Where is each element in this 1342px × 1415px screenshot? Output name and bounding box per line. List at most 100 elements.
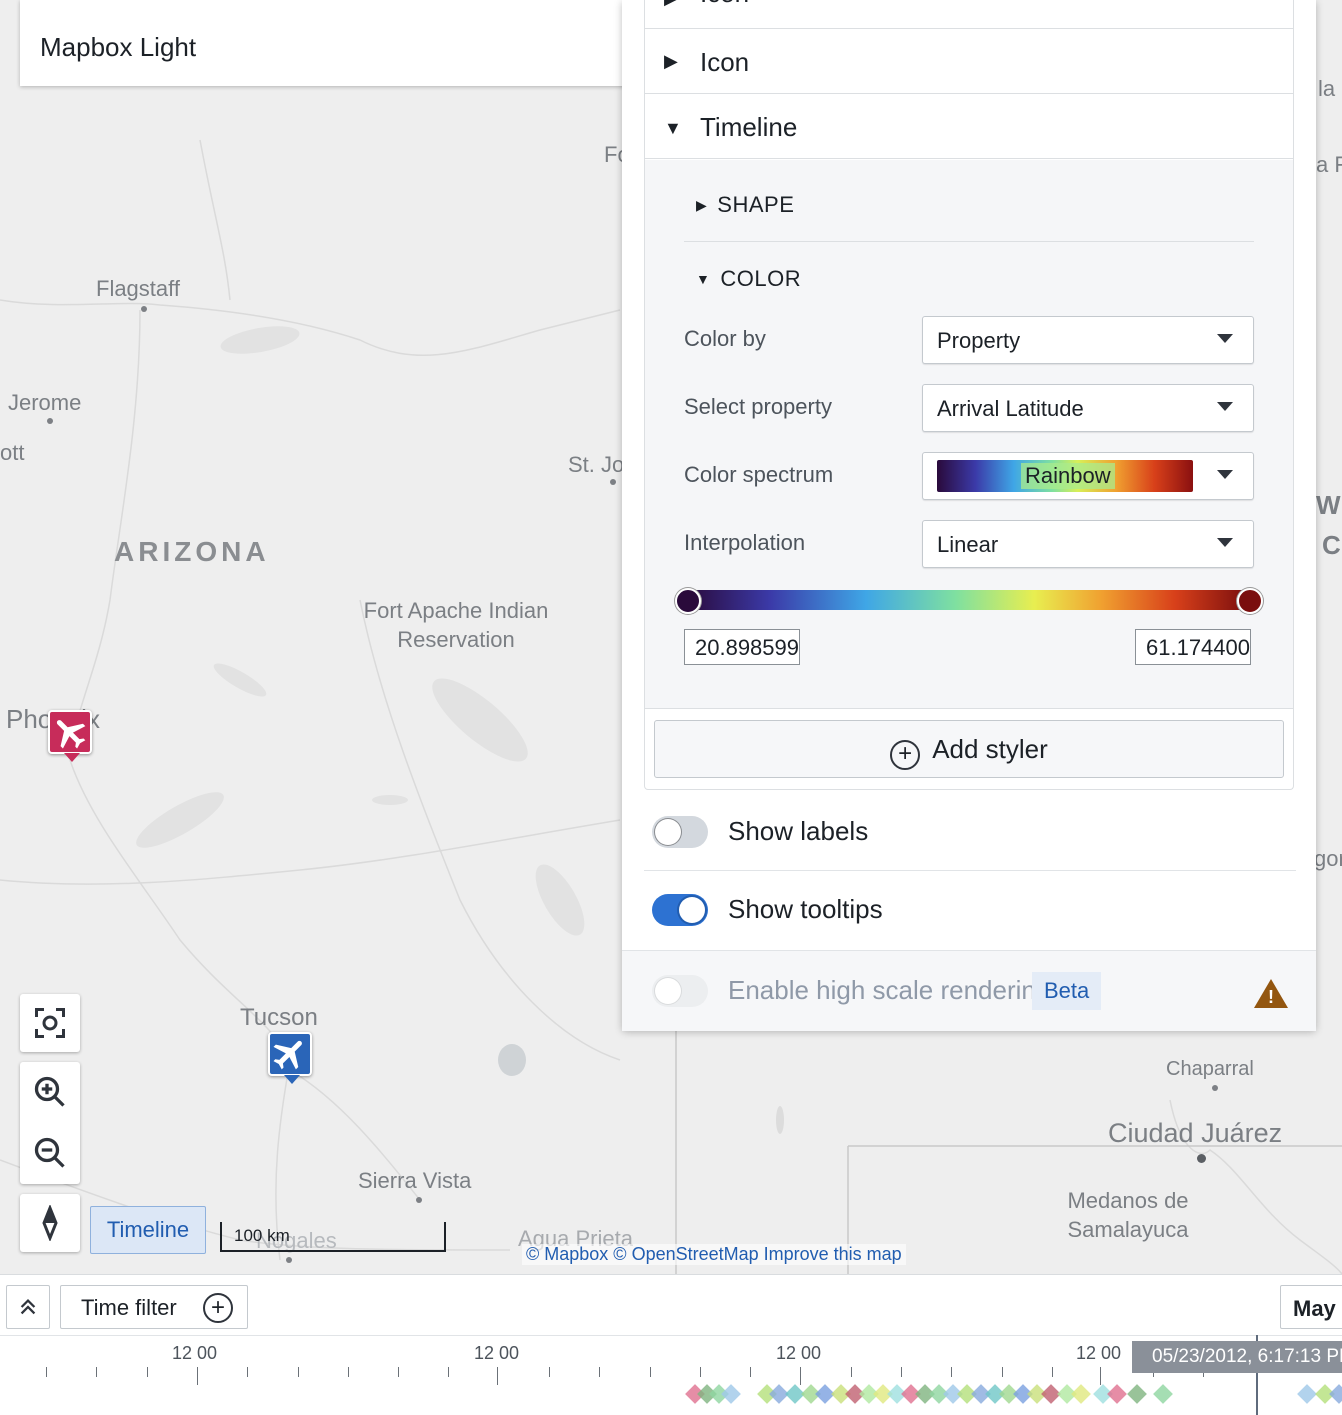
timeline-tick: [599, 1367, 601, 1377]
expand-timeline-button[interactable]: [6, 1285, 50, 1329]
timeline-tick: [146, 1367, 148, 1377]
high-scale-toggle[interactable]: [652, 975, 708, 1007]
basemap-select[interactable]: Mapbox Light: [20, 0, 630, 86]
map-label-edge-af: a F: [1316, 152, 1342, 177]
divider: [684, 241, 1254, 242]
time-cursor-label: 05/23/2012, 6:17:13 PM: [1132, 1341, 1342, 1373]
range-min-handle[interactable]: [675, 588, 701, 614]
city-dot: [47, 418, 53, 424]
color-spectrum-label: Color spectrum: [684, 462, 834, 487]
timeline-tick: [850, 1367, 852, 1377]
timeline-tick: [800, 1367, 801, 1385]
map-label-arizona: ARIZONA: [114, 536, 270, 567]
color-by-label: Color by: [684, 326, 766, 351]
caret-down-icon: [1217, 402, 1233, 411]
timeline-event-marker[interactable]: [721, 1384, 741, 1404]
section-icon[interactable]: ▶ Icon: [644, 29, 1294, 94]
caret-down-icon: ▼: [664, 118, 682, 138]
timeline-tick: [1052, 1367, 1053, 1377]
layer-style-panel: ▶ Icon ▶ Icon ▼ Timeline ▶ SHAPE ▼ COLOR C…: [622, 0, 1316, 1031]
shape-subsection[interactable]: ▶ SHAPE: [696, 192, 794, 218]
timeline-tick: [448, 1367, 450, 1377]
tick-label: 12 00: [776, 1343, 822, 1363]
timeline-style-body: ▶ SHAPE ▼ COLOR Color by Property Select p…: [644, 160, 1294, 709]
color-spectrum-select[interactable]: Rainbow: [922, 452, 1254, 500]
timeline-tick: [1001, 1367, 1003, 1377]
toggle-knob: [655, 978, 681, 1004]
color-label: COLOR: [720, 266, 802, 291]
zoom-in-button[interactable]: [20, 1062, 80, 1122]
show-labels-toggle[interactable]: [652, 816, 708, 848]
scale-label: 100 km: [234, 1226, 290, 1245]
color-range-bar: [686, 590, 1248, 610]
add-circle-icon: +: [203, 1293, 233, 1323]
map-label-fort-apache-2: Reservation: [397, 627, 515, 652]
timeline-event-marker[interactable]: [1107, 1384, 1127, 1404]
timeline-toggle-button[interactable]: Timeline: [90, 1206, 206, 1254]
property-value: Arrival Latitude: [937, 396, 1084, 421]
airplane-marker-tucson[interactable]: [268, 1032, 312, 1084]
map-label-edge-c: C: [1322, 530, 1341, 560]
city-dot: [141, 306, 147, 312]
timeline-event-marker[interactable]: [1127, 1384, 1147, 1404]
city-dot: [1197, 1154, 1206, 1163]
warning-icon[interactable]: !: [1254, 979, 1288, 1008]
map-label-fort-apache-1: Fort Apache Indian: [363, 598, 549, 623]
compass-button[interactable]: [20, 1194, 80, 1252]
time-filter-label: Time filter: [81, 1295, 177, 1320]
map-label-medanos-1: Medanos de: [1067, 1188, 1189, 1213]
timeline-event-marker[interactable]: [1153, 1384, 1173, 1404]
caret-down-icon: [1217, 538, 1233, 547]
timeline-tick: [247, 1367, 249, 1377]
timeline-tick: [398, 1367, 400, 1377]
map-label-jerome: Jerome: [8, 390, 82, 415]
map-label-edge-w: W: [1316, 490, 1341, 520]
timeline-tick: [497, 1367, 498, 1385]
range-max-input[interactable]: 61.174400: [1135, 629, 1251, 665]
property-select[interactable]: Arrival Latitude: [922, 384, 1254, 432]
timeline-event-marker[interactable]: [1297, 1384, 1317, 1404]
zoom-out-button[interactable]: [20, 1123, 80, 1183]
show-tooltips-toggle[interactable]: [652, 894, 708, 926]
timeline-event-marker[interactable]: [1071, 1384, 1091, 1404]
range-max-handle[interactable]: [1237, 588, 1263, 614]
color-subsection[interactable]: ▼ COLOR: [696, 266, 801, 292]
timeline-tick: [901, 1367, 903, 1377]
caret-down-icon: [1217, 334, 1233, 343]
timeline-tick: [750, 1367, 752, 1377]
city-dot: [286, 1257, 292, 1263]
timeline-tick: [951, 1367, 953, 1377]
timeline-tick: [1100, 1367, 1101, 1385]
timeline-event-marker[interactable]: [1329, 1384, 1342, 1404]
airplane-marker-phoenix[interactable]: [48, 710, 92, 762]
basemap-select-value: Mapbox Light: [40, 32, 197, 62]
airplane-icon: [273, 1040, 302, 1070]
fit-bounds-button[interactable]: [20, 994, 80, 1052]
section-icon-top[interactable]: ▶ Icon: [644, 0, 1294, 29]
divider: [0, 1335, 1342, 1336]
color-by-select[interactable]: Property: [922, 316, 1254, 364]
interpolation-label: Interpolation: [684, 530, 806, 555]
section-timeline[interactable]: ▼ Timeline: [644, 94, 1294, 159]
map-attribution-link[interactable]: © Mapbox © OpenStreetMap Improve this ma…: [522, 1244, 906, 1265]
add-styler-button[interactable]: + Add styler: [654, 720, 1284, 778]
timeline-tick: [699, 1367, 701, 1377]
timeline-tick: [549, 1367, 550, 1377]
timeline-tick: [649, 1367, 651, 1377]
zoom-in-icon: [34, 1076, 65, 1107]
color-by-value: Property: [937, 328, 1021, 353]
caret-right-icon: ▶: [664, 51, 678, 71]
map-label-chaparral: Chaparral: [1166, 1058, 1254, 1080]
show-labels-label: Show labels: [728, 816, 869, 846]
date-button[interactable]: May 2: [1280, 1285, 1342, 1329]
time-filter-button[interactable]: Time filter +: [60, 1285, 248, 1329]
zoom-controls: [20, 1062, 80, 1184]
map-label-edge-ott: ott: [0, 440, 25, 465]
map-label-sierra-vista: Sierra Vista: [358, 1168, 472, 1193]
add-styler-label: Add styler: [932, 734, 1048, 764]
caret-down-icon: [1217, 470, 1233, 479]
tick-label: 12 00: [474, 1343, 520, 1363]
interpolation-select[interactable]: Linear: [922, 520, 1254, 568]
range-min-input[interactable]: 20.898599: [684, 629, 800, 665]
section-label: Icon: [700, 0, 749, 9]
